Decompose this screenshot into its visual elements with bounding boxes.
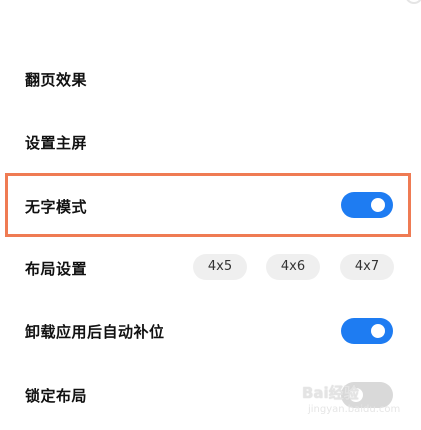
setting-auto-fill: 卸载应用后自动补位 (0, 316, 421, 352)
no-text-mode-label: 无字模式 (25, 198, 88, 216)
auto-fill-toggle[interactable] (341, 318, 393, 344)
no-text-mode-toggle[interactable] (341, 192, 393, 218)
layout-option-4x6[interactable]: 4x6 (266, 254, 320, 280)
home-screen-label: 设置主屏 (25, 134, 88, 152)
setting-home-screen[interactable]: 设置主屏 (0, 124, 421, 160)
toggle-knob (371, 198, 385, 212)
corner-decoration (405, 0, 421, 4)
layout-option-4x7[interactable]: 4x7 (340, 254, 394, 280)
setting-page-flip[interactable]: 翻页效果 (0, 60, 421, 96)
toggle-knob (371, 324, 385, 338)
layout-label: 布局设置 (25, 260, 88, 278)
page-flip-label: 翻页效果 (25, 71, 88, 89)
setting-layout: 布局设置 4x5 4x6 4x7 (0, 254, 421, 284)
setting-no-text-mode: 无字模式 (0, 188, 421, 224)
watermark-logo: Bai经验 (302, 384, 359, 402)
lock-layout-label: 锁定布局 (25, 387, 88, 405)
layout-option-4x5[interactable]: 4x5 (193, 254, 247, 280)
auto-fill-label: 卸载应用后自动补位 (25, 323, 165, 341)
watermark-url: jingyan.baidu.com (308, 404, 401, 415)
